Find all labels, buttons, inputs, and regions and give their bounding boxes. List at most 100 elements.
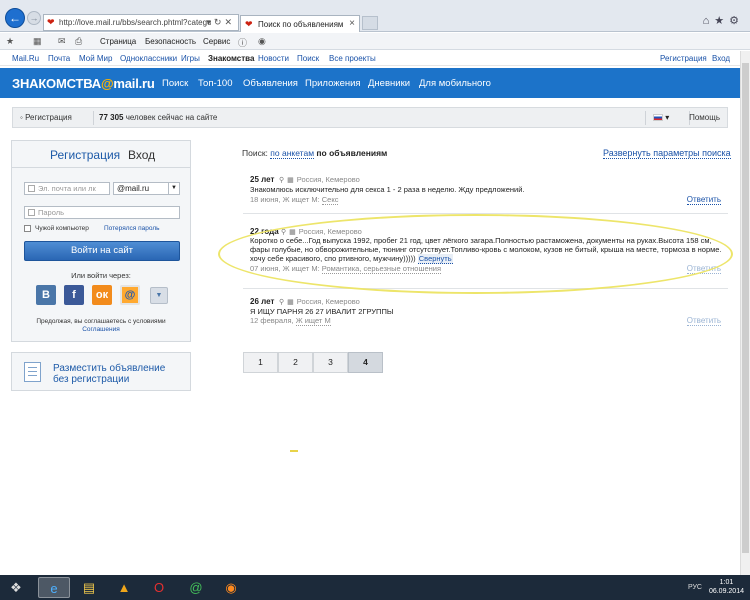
- post-ad-line2: без регистрации: [53, 374, 130, 385]
- expand-search-link[interactable]: Развернуть параметры поиска: [603, 148, 731, 159]
- ad-text: Я ИЩУ ПАРНЯ 26 27 ИВАЛИТ 2ГРУППЫ: [250, 307, 394, 316]
- tabs-divider: [12, 167, 190, 168]
- ad-text: Знакомлюсь исключительно для секса 1 - 2…: [250, 185, 525, 194]
- nav-ads[interactable]: Объявления: [243, 78, 298, 89]
- info-bar: ◦ Регистрация 77 305 человек сейчас на с…: [12, 107, 728, 128]
- email-input[interactable]: Эл. почта или лк: [24, 182, 110, 195]
- page-button-2[interactable]: 2: [278, 352, 313, 373]
- site-header: ЗНАКОМСТВА@mail.ru Поиск Топ-100 Объявле…: [0, 68, 740, 98]
- mail-agent-icon[interactable]: @: [180, 577, 212, 598]
- scrollbar-thumb[interactable]: [742, 63, 749, 553]
- address-buttons[interactable]: ▾↻✕: [206, 17, 235, 28]
- app-triangle-icon[interactable]: ▲: [108, 577, 140, 598]
- tray-language[interactable]: РУС: [688, 584, 702, 591]
- foreign-computer-label: Чужой компьютер: [35, 225, 89, 232]
- tab-close-icon[interactable]: ×: [349, 18, 355, 29]
- search-mode: Поиск: по анкетам по объявлениям: [242, 148, 388, 159]
- portal-link-mailru[interactable]: Mail.Ru: [12, 54, 39, 63]
- portal-link-ok[interactable]: Одноклассники: [120, 54, 177, 63]
- odnoklassniki-login-button[interactable]: ок: [92, 285, 112, 305]
- tab-register[interactable]: Регистрация: [50, 148, 120, 162]
- lock-icon: [28, 209, 35, 216]
- home-star-gear-icons[interactable]: ⌂★⚙: [703, 14, 744, 27]
- browser-tab[interactable]: ❤ Поиск по объявлениям ×: [240, 15, 360, 32]
- forward-button[interactable]: →: [27, 11, 41, 25]
- agreement-link[interactable]: Соглашения: [82, 326, 120, 333]
- page-button-3[interactable]: 3: [313, 352, 348, 373]
- menu-tools[interactable]: Сервис: [203, 37, 230, 46]
- ad-location: ⚲ ▦ Россия, Кемерово: [279, 175, 360, 184]
- new-tab-button[interactable]: [362, 16, 378, 30]
- taskbar: ❖ e ▤ ▲ O @ ◉ РУС 1:01 06.09.2014: [0, 575, 750, 600]
- menu-security[interactable]: Безопасность: [145, 37, 196, 46]
- login-tabs: Регистрация Вход: [12, 141, 190, 171]
- menu-page[interactable]: Страница: [100, 37, 136, 46]
- nav-diaries[interactable]: Дневники: [368, 78, 410, 89]
- ad-item: 26 лет ⚲ ▦ Россия, Кемерово Я ИЩУ ПАРНЯ 26…: [243, 297, 728, 327]
- opera-icon[interactable]: O: [143, 577, 175, 598]
- post-ad-button[interactable]: Разместить объявление без регистрации: [11, 352, 191, 391]
- portal-link-search[interactable]: Поиск: [297, 54, 319, 63]
- print-icon[interactable]: ⎙: [75, 36, 82, 47]
- site-logo[interactable]: ЗНАКОМСТВА@mail.ru: [12, 76, 155, 91]
- add-favorite-icon[interactable]: ★: [6, 36, 14, 47]
- help-icon[interactable]: ⓘ: [238, 36, 247, 49]
- user-icon: [28, 185, 35, 192]
- vertical-scrollbar[interactable]: [740, 51, 750, 575]
- feeds-icon[interactable]: ▦: [33, 36, 42, 47]
- domain-select[interactable]: @mail.ru ▼: [113, 182, 180, 195]
- search-icon: ⚲: [279, 177, 285, 184]
- nav-mobile[interactable]: Для мобильного: [419, 78, 491, 89]
- profile-icon: ▦: [287, 299, 294, 306]
- nav-search[interactable]: Поиск: [162, 78, 188, 89]
- address-bar[interactable]: ❤ http://love.mail.ru/bbs/search.phtml?c…: [43, 14, 239, 31]
- mailru-login-button[interactable]: @: [120, 285, 140, 305]
- search-icon: ⚲: [279, 299, 285, 306]
- command-bar: ★ ▦ ✉ ⎙ Страница Безопасность Сервис ⓘ ◉: [0, 33, 750, 50]
- portal-link-mymir[interactable]: Мой Мир: [79, 54, 112, 63]
- firefox-icon[interactable]: ◉: [215, 577, 247, 598]
- windows-start-icon[interactable]: ❖: [6, 578, 26, 597]
- ad-reply-link[interactable]: Ответить: [686, 195, 721, 205]
- portal-link-games[interactable]: Игры: [181, 54, 200, 63]
- agreement-text: Предолжая, вы соглашаетесь с условиями С…: [36, 318, 166, 333]
- ad-age: 26 лет: [250, 297, 275, 306]
- file-explorer-icon[interactable]: ▤: [73, 577, 105, 598]
- more-social-button[interactable]: ▼: [150, 287, 168, 304]
- ad-item: 25 лет ⚲ ▦ Россия, Кемерово Знакомлюсь иск…: [243, 175, 728, 205]
- password-input[interactable]: Пароль: [24, 206, 180, 219]
- profile-icon: ▦: [287, 177, 294, 184]
- tab-login[interactable]: Вход: [128, 148, 155, 162]
- forgot-password-link[interactable]: Потерялся пароль: [104, 225, 160, 232]
- portal-register-link[interactable]: Регистрация: [660, 54, 707, 63]
- login-panel: Регистрация Вход Эл. почта или лк @mail.…: [11, 140, 191, 342]
- portal-login-link[interactable]: Вход: [712, 54, 730, 63]
- portal-link-mail[interactable]: Почта: [48, 54, 70, 63]
- portal-link-dating[interactable]: Знакомства: [208, 54, 254, 63]
- divider: [645, 111, 646, 125]
- search-by-ads-current: по объявлениям: [316, 148, 388, 158]
- page-button-1[interactable]: 1: [243, 352, 278, 373]
- back-button[interactable]: ←: [5, 8, 25, 28]
- foreign-computer-checkbox[interactable]: [24, 225, 31, 232]
- info-register-link[interactable]: ◦ Регистрация: [20, 113, 72, 122]
- language-select[interactable]: ▾: [653, 113, 669, 122]
- internet-explorer-icon[interactable]: e: [38, 577, 70, 598]
- addon-icon[interactable]: ◉: [258, 36, 266, 47]
- help-button[interactable]: Помощь: [689, 113, 720, 122]
- ad-reply-link[interactable]: Ответить: [686, 316, 721, 326]
- document-icon: [24, 362, 41, 382]
- search-by-profiles-link[interactable]: по анкетам: [270, 148, 315, 159]
- facebook-login-button[interactable]: f: [64, 285, 84, 305]
- tab-title: Поиск по объявлениям: [258, 20, 344, 29]
- nav-top100[interactable]: Топ-100: [198, 78, 233, 89]
- portal-link-all-projects[interactable]: Все проекты: [329, 54, 376, 63]
- portal-link-news[interactable]: Новости: [258, 54, 289, 63]
- page-button-4[interactable]: 4: [348, 352, 383, 373]
- system-clock[interactable]: 1:01 06.09.2014: [709, 578, 744, 596]
- vk-login-button[interactable]: B: [36, 285, 56, 305]
- nav-apps[interactable]: Приложения: [305, 78, 361, 89]
- mail-icon[interactable]: ✉: [58, 36, 66, 47]
- login-submit-button[interactable]: Войти на сайт: [24, 241, 180, 261]
- address-url[interactable]: http://love.mail.ru/bbs/search.phtml?cat…: [59, 18, 211, 27]
